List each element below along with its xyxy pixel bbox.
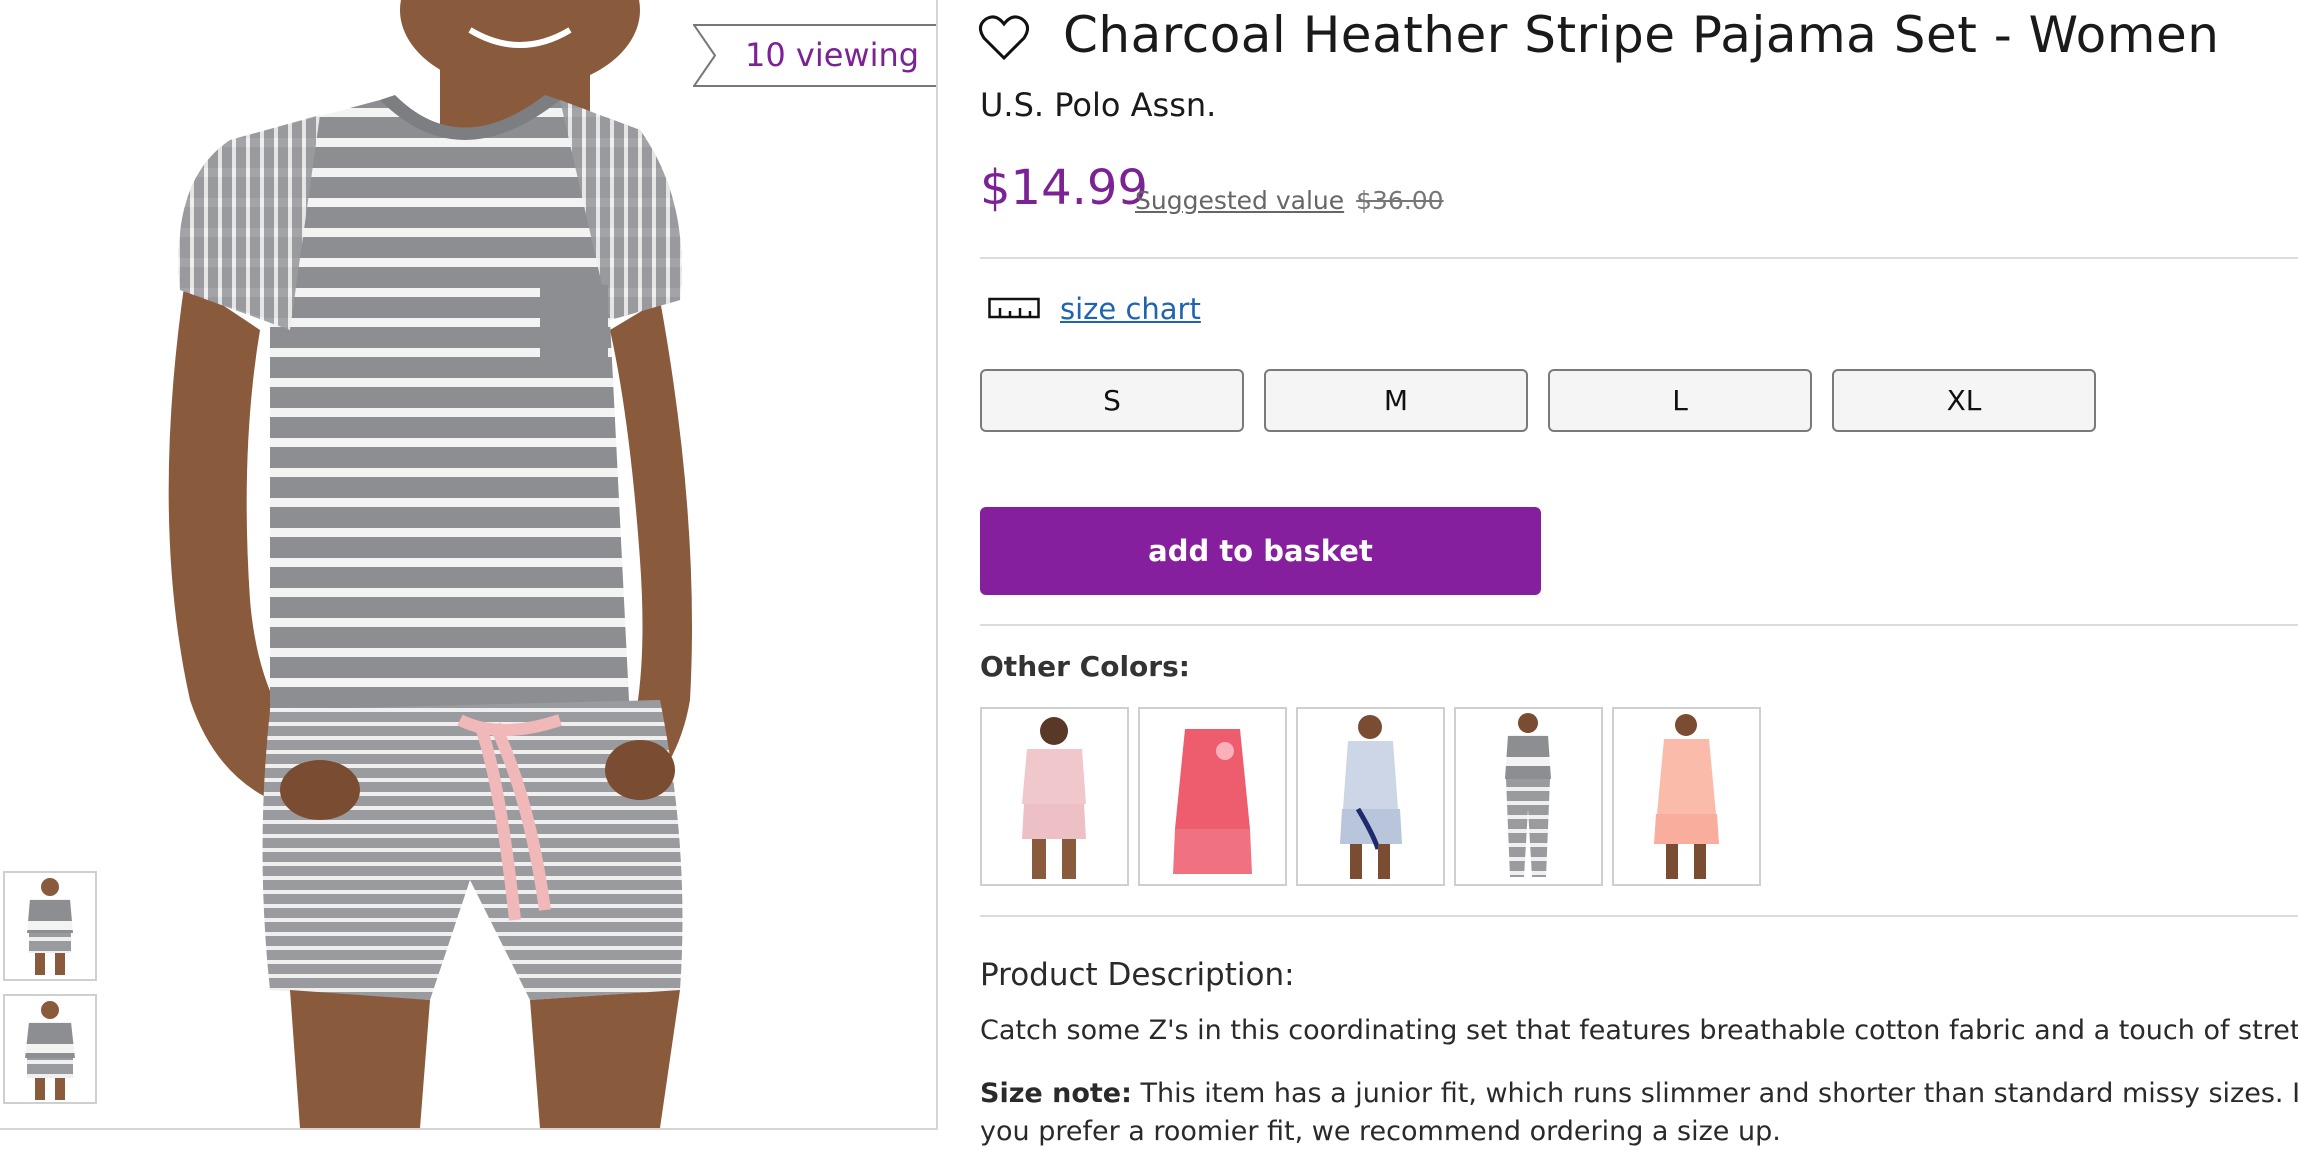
product-price: $14.99 [980, 160, 1148, 216]
divider [980, 915, 2298, 917]
size-button-l[interactable]: L [1548, 369, 1812, 432]
size-button-m[interactable]: M [1264, 369, 1528, 432]
product-gallery: 10 viewing [0, 0, 938, 1130]
add-to-basket-button[interactable]: add to basket [980, 507, 1541, 595]
product-title: Charcoal Heather Stripe Pajama Set - Wom… [1063, 6, 2220, 64]
viewing-count-badge: 10 viewing [693, 24, 936, 87]
product-brand: U.S. Polo Assn. [980, 86, 1217, 124]
other-colors-label: Other Colors: [980, 650, 1190, 683]
thumbnail-alternate[interactable] [3, 994, 97, 1104]
size-chart-link[interactable]: size chart [1060, 292, 1201, 326]
thumbnail-front[interactable] [3, 871, 97, 981]
color-swatch-pink-stripe[interactable] [980, 707, 1129, 886]
product-description-text: Catch some Z's in this coordinating set … [980, 1015, 2298, 1046]
size-button-s[interactable]: S [980, 369, 1244, 432]
color-swatch-coral-tank[interactable] [1138, 707, 1287, 886]
color-swatch-light-blue-tank[interactable] [1296, 707, 1445, 886]
size-note-text: This item has a junior fit, which runs s… [980, 1078, 2298, 1147]
suggested-value-label[interactable]: Suggested value [1135, 186, 1344, 215]
main-product-image[interactable] [0, 0, 936, 1128]
color-swatch-charcoal-pant[interactable] [1454, 707, 1603, 886]
divider [980, 257, 2298, 259]
size-button-xl[interactable]: XL [1832, 369, 2096, 432]
divider [980, 624, 2298, 626]
ruler-icon [988, 295, 1040, 321]
size-note-label: Size note: [980, 1078, 1132, 1109]
suggested-value: Suggested value $36.00 [1135, 186, 1444, 215]
suggested-value-price: $36.00 [1356, 186, 1444, 215]
viewing-count-text: 10 viewing [745, 36, 920, 74]
size-note: Size note: This item has a junior fit, w… [980, 1075, 2298, 1151]
product-description-heading: Product Description: [980, 957, 1295, 993]
color-swatch-peach-solid[interactable] [1612, 707, 1761, 886]
favorite-heart-icon[interactable] [978, 14, 1030, 62]
